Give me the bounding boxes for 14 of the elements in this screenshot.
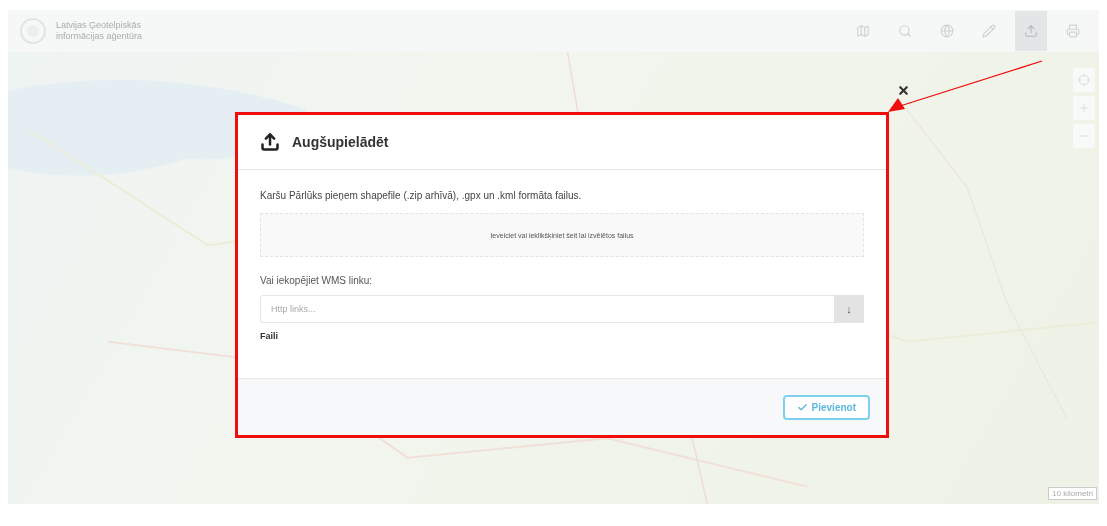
add-link-button[interactable]: ↓ [834, 295, 864, 323]
upload-icon[interactable] [1015, 11, 1047, 51]
check-icon [796, 401, 808, 413]
wms-link-field[interactable]: Http links... [260, 295, 834, 323]
close-icon[interactable] [897, 84, 910, 97]
wms-label: Vai iekopējiet WMS linku: [260, 275, 374, 286]
agency-name: Latvijas Ģeotelpiskās [56, 20, 143, 31]
files-heading: Faili [260, 331, 279, 341]
agency-name: informācijas aģentūra [56, 31, 144, 42]
scale-bar: 10 kilometri [1048, 487, 1097, 500]
locate-icon[interactable] [1073, 68, 1095, 92]
upload-icon [260, 132, 280, 152]
intro-text: Karšu Pārlūks pieņem shapefile (.zip arhīvā), .gpx un .kml formāta failus. [260, 190, 583, 201]
dialog-title: Augšupielādēt [292, 134, 389, 150]
